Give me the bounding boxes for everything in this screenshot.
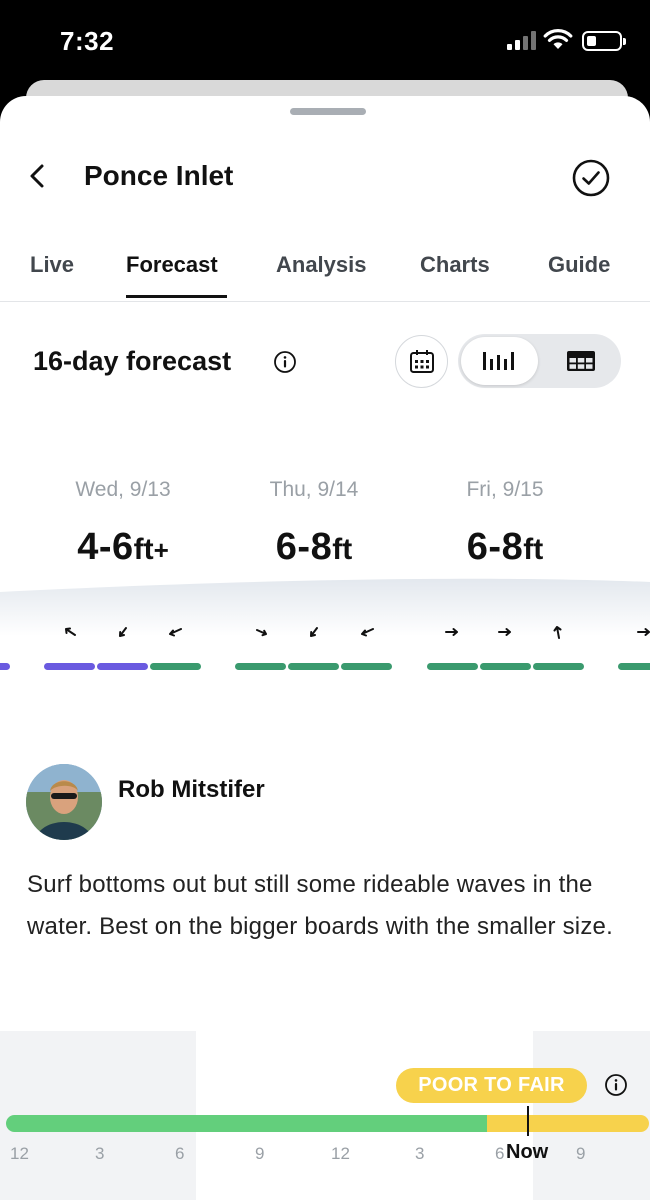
forecast-title: 16-day forecast (33, 346, 232, 376)
hour-label: 3 (415, 1144, 425, 1163)
hour-label: 6 (495, 1144, 505, 1163)
bar-chart-icon (483, 352, 514, 370)
rating-segment (0, 663, 10, 670)
wind-arrow-icon (310, 627, 318, 637)
hour-label: 3 (95, 1144, 105, 1163)
sheet-grabber[interactable] (290, 108, 366, 115)
rating-segment (44, 663, 95, 670)
wave-height-range: 6-8 (275, 526, 333, 568)
wind-arrow-icon (65, 627, 76, 636)
info-icon[interactable] (604, 1073, 628, 1097)
hour-label: 9 (576, 1144, 586, 1163)
tab-live[interactable]: Live (30, 252, 74, 278)
cellular-signal-icon (507, 30, 537, 50)
hour-label: 6 (175, 1144, 185, 1163)
tab-charts[interactable]: Charts (420, 252, 490, 278)
info-icon[interactable] (273, 350, 297, 374)
calendar-button[interactable] (395, 335, 448, 388)
day-date: Fri, 9/15 (466, 478, 544, 501)
rating-segment (341, 663, 392, 670)
wave-height: 4-6ft+ (38, 526, 208, 569)
now-marker (527, 1106, 529, 1136)
forecast-day[interactable]: Fri, 9/15 6-8ft (420, 478, 590, 569)
tab-guide[interactable]: Guide (548, 252, 610, 278)
condition-bar-fair (487, 1115, 649, 1132)
calendar-icon (410, 350, 434, 373)
forecaster-name: Rob Mitstifer (118, 776, 265, 803)
table-view-option[interactable] (544, 337, 618, 385)
condition-bar-poor-to-fair (6, 1115, 487, 1132)
tab-forecast[interactable]: Forecast (126, 252, 218, 278)
wave-height: 6-8ft (420, 526, 590, 569)
rating-segment (288, 663, 339, 670)
wind-arrow-icon (361, 628, 374, 637)
hour-label: 9 (255, 1144, 265, 1163)
wave-height-unit: ft (133, 533, 154, 566)
wind-arrow-icon (119, 627, 127, 637)
wind-arrow-icon (553, 626, 562, 639)
avatar-photo (26, 764, 102, 840)
wind-arrow-icon (637, 628, 650, 636)
wave-height-range: 6-8 (466, 526, 524, 568)
table-grid-icon (567, 351, 595, 371)
wave-height-range: 4-6 (77, 526, 134, 568)
forecaster-avatar (26, 764, 102, 840)
forecast-day[interactable]: Thu, 9/14 6-8ft (229, 478, 399, 569)
forecast-report-text: Surf bottoms out but still some rideable… (27, 871, 613, 940)
spot-title: Ponce Inlet (84, 160, 234, 191)
active-tab-indicator (126, 295, 227, 298)
day-date: Thu, 9/14 (269, 478, 359, 501)
tab-bar: Live Forecast Analysis Charts Guide (0, 246, 650, 302)
wind-arrow-icon (498, 628, 511, 636)
bar-view-option[interactable] (461, 337, 538, 385)
wave-height-unit: ft (332, 533, 353, 566)
back-chevron-icon[interactable] (22, 158, 52, 194)
rating-segment (150, 663, 201, 670)
wind-arrow-icon (445, 628, 458, 636)
wifi-icon (543, 29, 573, 49)
rating-segment (618, 663, 650, 670)
status-time: 7:32 (60, 26, 115, 56)
hour-label: 12 (331, 1144, 350, 1163)
view-toggle (458, 334, 621, 388)
rating-segment (480, 663, 531, 670)
condition-rating-badge: POOR TO FAIR (396, 1068, 587, 1103)
tab-analysis[interactable]: Analysis (276, 252, 367, 278)
wave-height-suffix: + (153, 535, 169, 565)
hour-label: 12 (10, 1144, 29, 1163)
rating-segment (533, 663, 584, 670)
favorite-check-icon[interactable] (571, 158, 611, 198)
rating-segment (235, 663, 286, 670)
now-label: Now (506, 1141, 549, 1163)
battery-icon (582, 31, 626, 51)
wave-height-unit: ft (523, 533, 544, 566)
status-bar: 7:32 (0, 0, 650, 80)
wave-height: 6-8ft (229, 526, 399, 569)
day-date: Wed, 9/13 (75, 478, 171, 501)
spot-sheet: Ponce Inlet Live Forecast Analysis Chart… (0, 96, 650, 1200)
wind-arrow-icon (169, 628, 182, 637)
forecast-day[interactable]: Wed, 9/13 4-6ft+ (38, 478, 208, 569)
rating-segment (97, 663, 148, 670)
wind-arrow-icon (256, 629, 267, 637)
rating-segment (427, 663, 478, 670)
